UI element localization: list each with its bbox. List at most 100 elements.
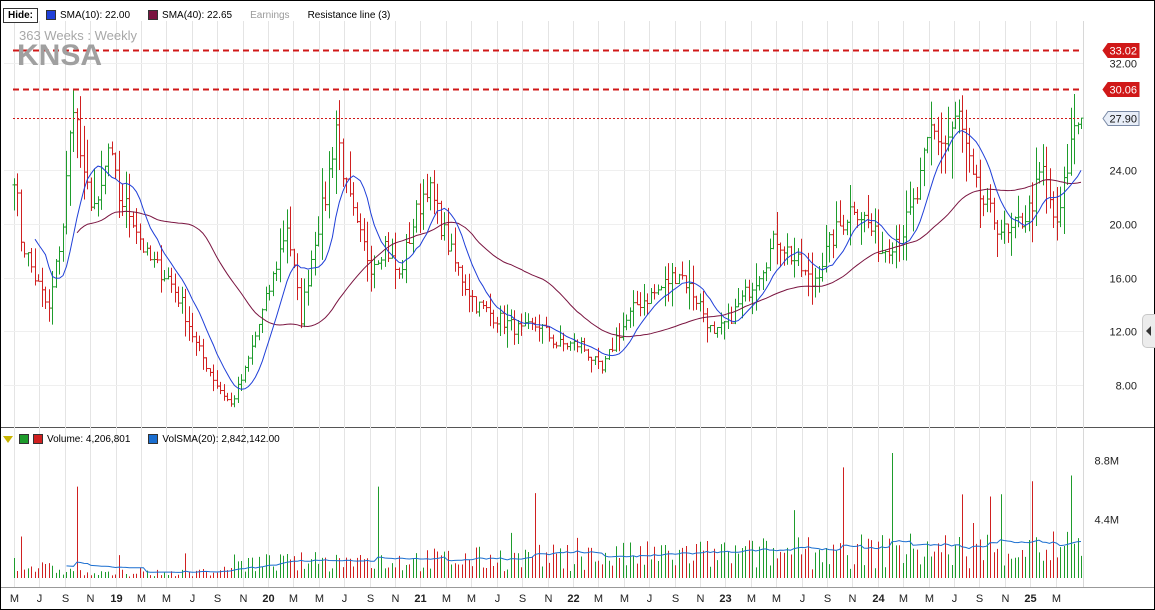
ohlc-bar (925, 136, 930, 154)
ohlc-bar (327, 151, 332, 219)
ohlc-bar (442, 212, 447, 241)
ohlc-bar (295, 253, 300, 301)
ohlc-bar (778, 242, 783, 268)
ohlc-bar (866, 194, 871, 229)
ohlc-bar (218, 381, 223, 395)
legend-resistance-line[interactable]: Resistance line (3) (308, 10, 391, 21)
ohlc-bar (813, 267, 818, 298)
ohlc-bar (197, 335, 202, 352)
ohlc-bar (187, 306, 192, 341)
x-tick-label: J (342, 593, 348, 605)
x-tick-label: 19 (110, 593, 122, 605)
volume-legend: Volume: 4,206,801 VolSMA(20): 2,842,142.… (3, 430, 298, 448)
ohlc-bar (698, 293, 703, 312)
ohlc-bar (827, 232, 832, 263)
x-tick-label: S (519, 593, 526, 605)
ohlc-bar (929, 101, 934, 166)
ohlc-bar (435, 183, 440, 224)
ohlc-bar (407, 222, 412, 244)
ohlc-bar (313, 231, 318, 276)
x-tick-label: M (772, 593, 781, 605)
ohlc-bar (642, 283, 647, 316)
volume-label[interactable]: Volume: 4,206,801 (47, 434, 130, 445)
volsma-label: VolSMA(20): 2,842,142.00 (162, 433, 280, 445)
ohlc-bar (1062, 166, 1067, 235)
ohlc-bar (92, 169, 97, 210)
ohlc-bar (1051, 191, 1056, 229)
collapse-triangle-icon[interactable] (3, 435, 13, 443)
ohlc-bar (229, 392, 234, 407)
ohlc-bar (887, 239, 892, 264)
ohlc-bar (355, 202, 360, 223)
ohlc-bar (155, 251, 160, 264)
ohlc-bar (222, 384, 227, 401)
ohlc-bar (383, 235, 388, 267)
sma10-swatch (46, 10, 56, 20)
ohlc-bar (817, 265, 822, 293)
legend-sma10[interactable]: SMA(10): 22.00 (46, 10, 130, 21)
ohlc-bar (96, 196, 101, 217)
x-tick-label: N (849, 593, 857, 605)
price-label-badge: 30.06 (1102, 82, 1140, 97)
legend-earnings[interactable]: Earnings (250, 10, 289, 21)
ohlc-bar (1006, 223, 1011, 243)
ohlc-bar (932, 123, 937, 140)
ohlc-bar (1037, 162, 1042, 184)
ohlc-bar (593, 356, 598, 365)
price-label-badge: 33.02 (1102, 43, 1140, 58)
x-tick-label: J (37, 593, 43, 605)
ohlc-bar (432, 170, 437, 215)
ohlc-bar (876, 209, 881, 262)
ohlc-bar (663, 266, 668, 307)
ohlc-bar (183, 288, 188, 337)
y-tick-label: 16.00 (1109, 274, 1137, 286)
x-tick-label: J (495, 593, 501, 605)
x-tick-label: M (594, 593, 603, 605)
x-tick-label: S (367, 593, 374, 605)
ohlc-bar (306, 269, 311, 306)
ohlc-bar (666, 263, 671, 302)
ohlc-bar (852, 201, 857, 215)
ohlc-bar (337, 100, 342, 170)
ohlc-bar (922, 147, 927, 187)
ohlc-bar (705, 308, 710, 343)
x-tick-label: 20 (262, 593, 274, 605)
x-tick-label: J (190, 593, 196, 605)
ohlc-bar (960, 95, 965, 153)
price-label-badge: 27.90 (1102, 111, 1140, 126)
ohlc-bar (246, 355, 251, 372)
panel-expand-handle[interactable] (1142, 314, 1155, 348)
ohlc-bar (484, 301, 489, 313)
ohlc-bar (558, 325, 563, 347)
ohlc-bar (173, 273, 178, 303)
ohlc-bar (936, 116, 941, 156)
ohlc-bar (645, 293, 650, 315)
legend-sma40[interactable]: SMA(40): 22.65 (148, 10, 232, 21)
ohlc-bar (40, 267, 45, 307)
ohlc-bar (148, 245, 153, 261)
ohlc-bar (460, 265, 465, 296)
ohlc-bar (376, 260, 381, 265)
ohlc-bar (71, 89, 76, 153)
ohlc-bar (257, 323, 262, 341)
x-tick-label: J (647, 593, 653, 605)
ohlc-bar (820, 252, 825, 282)
ohlc-bar (652, 284, 657, 300)
legend-volsma[interactable]: VolSMA(20): 2,842,142.00 (148, 433, 280, 445)
ohlc-bar (628, 307, 633, 328)
ohlc-bar (33, 248, 38, 286)
ohlc-bar (512, 310, 517, 345)
ohlc-bar (502, 305, 507, 335)
ohlc-bar (414, 200, 419, 233)
ohlc-bar (29, 247, 34, 273)
x-tick-label: M (620, 593, 629, 605)
ohlc-bar (351, 182, 356, 216)
x-tick-label: S (62, 593, 69, 605)
ohlc-bar (47, 289, 52, 322)
ohlc-bar (687, 260, 692, 310)
ohlc-bar (162, 269, 167, 282)
y-tick-label: 20.00 (1109, 220, 1137, 232)
hide-button[interactable]: Hide: (3, 7, 38, 23)
ohlc-bar (540, 324, 545, 344)
ohlc-bar (211, 364, 216, 392)
